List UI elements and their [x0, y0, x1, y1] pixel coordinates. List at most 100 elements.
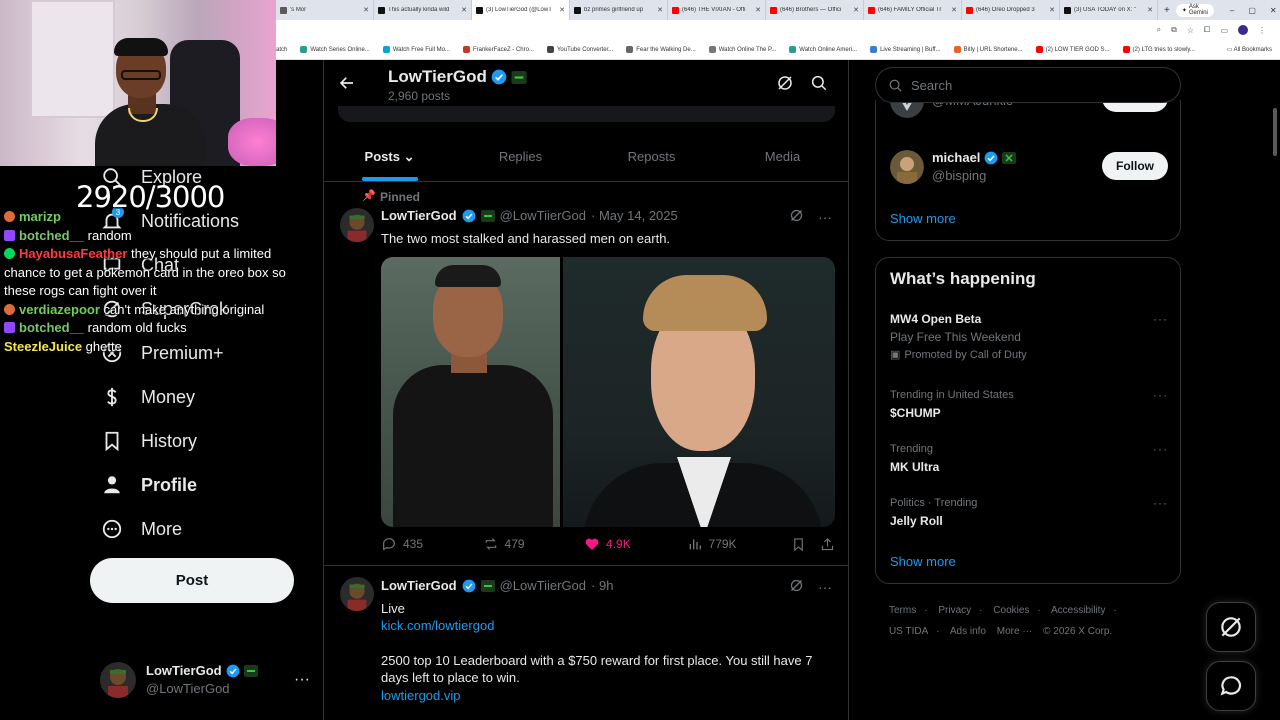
trend-item[interactable]: MW4 Open Beta Play Free This Weekend ▣ Pr…	[890, 310, 1168, 364]
tab-media[interactable]: Media	[717, 132, 848, 181]
tweet-date[interactable]: · May 14, 2025	[591, 208, 678, 223]
more-options-icon[interactable]: ···	[818, 579, 832, 595]
all-bookmarks-button[interactable]: ▭ All Bookmarks	[1227, 46, 1272, 53]
profile-avatar-icon[interactable]	[1238, 25, 1248, 35]
close-window-button[interactable]: ✕	[1270, 6, 1277, 15]
browser-tab-active[interactable]: (3) LowTierGod (@LowT ✕	[472, 0, 570, 20]
tweet-avatar[interactable]	[340, 208, 374, 242]
more-options-icon[interactable]: ···	[1153, 386, 1168, 404]
more-options-icon[interactable]: ···	[1153, 440, 1168, 458]
sidebar-icon[interactable]: ▭	[1220, 26, 1228, 35]
show-more-link[interactable]: Show more	[890, 211, 956, 226]
more-options-icon[interactable]: ···	[1153, 494, 1168, 512]
bookmark-item[interactable]: (2) LTG tries to slowly...	[1122, 46, 1195, 53]
tweet[interactable]: LowTierGod @LowTiierGod · 9h ··· Live ki…	[324, 567, 848, 720]
repost-button[interactable]: 479	[483, 536, 585, 552]
browser-tab[interactable]: (646) FAMILY Official Tr ✕	[864, 0, 962, 20]
browser-tab[interactable]: (3) USA TODAY on X: " ✕	[1060, 0, 1158, 20]
bookmark-item[interactable]: YouTube Converter...	[546, 46, 613, 53]
bookmark-item[interactable]: Watch Free Full Mo...	[382, 46, 450, 53]
minimize-button[interactable]: –	[1230, 6, 1234, 15]
tab-close-icon[interactable]: ✕	[363, 6, 369, 14]
ask-gemini-button[interactable]: ✦ Ask Gemini	[1175, 3, 1214, 17]
extensions-icon[interactable]: ⧠	[1204, 25, 1210, 35]
bookmark-item[interactable]: Watch Series Online...	[300, 46, 370, 53]
search-icon[interactable]	[810, 74, 828, 97]
browser-tab[interactable]: (646) THE VIXIAN - Offi ✕	[668, 0, 766, 20]
back-arrow-icon[interactable]	[338, 74, 356, 97]
browser-tab[interactable]: bz primes girlfriend up ✕	[570, 0, 668, 20]
star-icon[interactable]: ☆	[1187, 26, 1194, 35]
tweet-pinned[interactable]: 📌 Pinned LowTierGod @LowTiierGod · May 1…	[324, 184, 848, 566]
tab-close-icon[interactable]: ✕	[657, 6, 663, 14]
maximize-button[interactable]: ▢	[1248, 6, 1256, 15]
tab-replies[interactable]: Replies	[455, 132, 586, 181]
footer-more[interactable]: More ···	[997, 626, 1033, 637]
follow-suggestion[interactable]: michael @bisping Follow	[890, 149, 1168, 185]
nav-profile[interactable]: Profile	[100, 471, 197, 499]
nav-history[interactable]: History	[100, 427, 197, 455]
tweet-date[interactable]: · 9h	[591, 578, 613, 593]
grok-icon[interactable]	[789, 578, 804, 596]
bookmark-item[interactable]: Fear the Walking De...	[626, 46, 696, 53]
zoom-icon[interactable]: ⌕	[1157, 25, 1161, 35]
browser-tab[interactable]: (646) Oreo Dropped 3 ✕	[962, 0, 1060, 20]
tab-close-icon[interactable]: ✕	[755, 6, 761, 14]
tab-close-icon[interactable]: ✕	[559, 6, 565, 14]
tweet-author-handle[interactable]: @LowTiierGod	[500, 208, 586, 223]
footer-accessibility[interactable]: Accessibility	[1051, 605, 1105, 616]
menu-icon[interactable]: ⋮	[1258, 26, 1266, 35]
follow-button[interactable]: Follow	[1102, 152, 1168, 180]
tab-close-icon[interactable]: ✕	[1147, 6, 1153, 14]
bookmark-item[interactable]: Watch Online Ameri...	[789, 46, 857, 53]
views-button[interactable]: 779K	[687, 536, 791, 552]
tweet-link-kick[interactable]: kick.com/lowtiergod	[381, 617, 831, 634]
tweet-author-handle[interactable]: @LowTiierGod	[500, 578, 586, 593]
show-more-link[interactable]: Show more	[890, 554, 956, 569]
install-icon[interactable]: ⧉	[1171, 25, 1177, 35]
tweet-media[interactable]	[381, 257, 835, 527]
reply-button[interactable]: 435	[381, 536, 483, 552]
share-icon[interactable]	[820, 537, 835, 552]
grok-fab-button[interactable]	[1206, 602, 1256, 652]
nav-money[interactable]: Money	[100, 383, 195, 411]
bookmark-item[interactable]: Watch Online The P...	[708, 46, 776, 53]
tab-close-icon[interactable]: ✕	[1049, 6, 1055, 14]
trend-item[interactable]: Trending MK Ultra ···	[890, 440, 1168, 476]
tweet-image-man-suit[interactable]	[563, 257, 835, 527]
footer-ads-info[interactable]: Ads info	[950, 626, 986, 637]
account-switcher[interactable]: LowTierGod @LowTierGod ···	[100, 660, 310, 700]
grok-icon[interactable]	[789, 208, 804, 226]
tweet-link-vip[interactable]: lowtiergod.vip	[381, 687, 831, 704]
tweet-avatar[interactable]	[340, 577, 374, 611]
more-options-icon[interactable]: ···	[818, 209, 832, 225]
tab-posts[interactable]: Posts ⌄	[324, 132, 455, 181]
bookmark-item[interactable]: atch	[276, 47, 287, 53]
footer-cookies[interactable]: Cookies	[993, 605, 1029, 616]
like-button[interactable]: 4.9K	[584, 536, 687, 552]
tweet-author-name[interactable]: LowTierGod	[381, 578, 457, 593]
grok-icon[interactable]	[776, 74, 794, 97]
page-scrollbar[interactable]	[1271, 62, 1279, 720]
browser-tab[interactable]: This actually kinda wild ✕	[374, 0, 472, 20]
bookmark-item[interactable]: Bitly | URL Shortene...	[953, 46, 1023, 53]
tweet-author-name[interactable]: LowTierGod	[381, 208, 457, 223]
bookmark-icon[interactable]	[791, 537, 806, 552]
bookmark-item[interactable]: FrankerFaceZ - Chro...	[462, 46, 534, 53]
post-button[interactable]: Post	[90, 558, 294, 603]
tab-close-icon[interactable]: ✕	[951, 6, 957, 14]
nav-more[interactable]: More	[100, 515, 182, 543]
scrollbar-thumb[interactable]	[1273, 108, 1277, 156]
tab-close-icon[interactable]: ✕	[461, 6, 467, 14]
account-more-icon[interactable]: ···	[294, 671, 310, 689]
trend-item[interactable]: Trending in United States $CHUMP ···	[890, 386, 1168, 422]
browser-tab[interactable]: 's Mor ✕	[276, 0, 374, 20]
trend-item[interactable]: Politics · Trending Jelly Roll ···	[890, 494, 1168, 530]
footer-terms[interactable]: Terms	[889, 605, 916, 616]
new-tab-button[interactable]: +	[1158, 5, 1176, 16]
tab-close-icon[interactable]: ✕	[853, 6, 859, 14]
search-input[interactable]: Search	[875, 67, 1181, 103]
footer-privacy[interactable]: Privacy	[938, 605, 971, 616]
footer-us-tida[interactable]: US TIDA	[889, 626, 928, 637]
browser-tab[interactable]: (646) Brothers — Offici ✕	[766, 0, 864, 20]
